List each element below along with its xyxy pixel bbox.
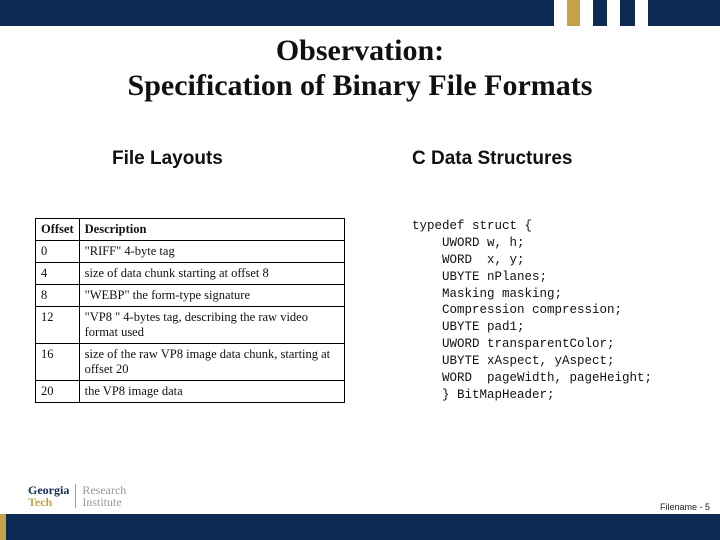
- logo-line: Institute: [82, 496, 126, 508]
- table-cell: 20: [36, 381, 80, 403]
- table-row: 0"RIFF" 4-byte tag: [36, 241, 345, 263]
- top-stripe: [635, 0, 648, 26]
- title-line-1: Observation:: [0, 34, 720, 69]
- table-row: 16size of the raw VP8 image data chunk, …: [36, 344, 345, 381]
- table-cell: 12: [36, 307, 80, 344]
- table-cell: 8: [36, 285, 80, 307]
- gt-logo: Georgia Tech Research Institute: [28, 484, 126, 508]
- top-gold-stripe: [567, 0, 580, 26]
- code-line: UWORD transparentColor;: [412, 337, 615, 351]
- code-line: UBYTE pad1;: [412, 320, 525, 334]
- top-stripe: [554, 0, 567, 26]
- top-stripe: [607, 0, 620, 26]
- table-row: 4size of data chunk starting at offset 8: [36, 263, 345, 285]
- table-row: 8"WEBP" the form-type signature: [36, 285, 345, 307]
- title-line-2: Specification of Binary File Formats: [0, 69, 720, 104]
- table-row: 20the VP8 image data: [36, 381, 345, 403]
- code-line: } BitMapHeader;: [412, 388, 555, 402]
- bottom-gold-stripe: [0, 514, 6, 540]
- table-cell: "WEBP" the form-type signature: [79, 285, 344, 307]
- table-cell: "VP8 " 4-bytes tag, describing the raw v…: [79, 307, 344, 344]
- logo-text: Georgia Tech: [28, 484, 69, 508]
- table-cell: the VP8 image data: [79, 381, 344, 403]
- logo-separator: [75, 484, 76, 508]
- table-header: Offset: [36, 219, 80, 241]
- code-line: Masking masking;: [412, 287, 562, 301]
- table-cell: size of data chunk starting at offset 8: [79, 263, 344, 285]
- code-line: UWORD w, h;: [412, 236, 525, 250]
- footer: Filename - 5: [660, 502, 710, 512]
- table-cell: 16: [36, 344, 80, 381]
- left-subheading: File Layouts: [112, 148, 223, 170]
- table-header: Description: [79, 219, 344, 241]
- code-line: Compression compression;: [412, 303, 622, 317]
- code-line: typedef struct {: [412, 219, 532, 233]
- table-header-row: Offset Description: [36, 219, 345, 241]
- table-cell: 0: [36, 241, 80, 263]
- slide-title: Observation: Specification of Binary Fil…: [0, 34, 720, 103]
- code-line: UBYTE xAspect, yAspect;: [412, 354, 615, 368]
- code-line: WORD pageWidth, pageHeight;: [412, 371, 652, 385]
- code-line: WORD x, y;: [412, 253, 525, 267]
- table-cell: "RIFF" 4-byte tag: [79, 241, 344, 263]
- logo-subtext: Research Institute: [82, 484, 126, 508]
- code-block: typedef struct { UWORD w, h; WORD x, y; …: [412, 218, 652, 404]
- slide: Observation: Specification of Binary Fil…: [0, 0, 720, 540]
- table-row: 12"VP8 " 4-bytes tag, describing the raw…: [36, 307, 345, 344]
- code-line: UBYTE nPlanes;: [412, 270, 547, 284]
- table-cell: 4: [36, 263, 80, 285]
- right-subheading: C Data Structures: [412, 148, 573, 170]
- top-stripe: [580, 0, 593, 26]
- table-cell: size of the raw VP8 image data chunk, st…: [79, 344, 344, 381]
- footer-label: Filename: [660, 502, 697, 512]
- bottom-bar: [0, 514, 720, 540]
- footer-page: - 5: [699, 502, 710, 512]
- file-layout-table: Offset Description 0"RIFF" 4-byte tag 4s…: [35, 218, 345, 403]
- top-bar: [0, 0, 720, 26]
- logo-line: Tech: [28, 496, 69, 508]
